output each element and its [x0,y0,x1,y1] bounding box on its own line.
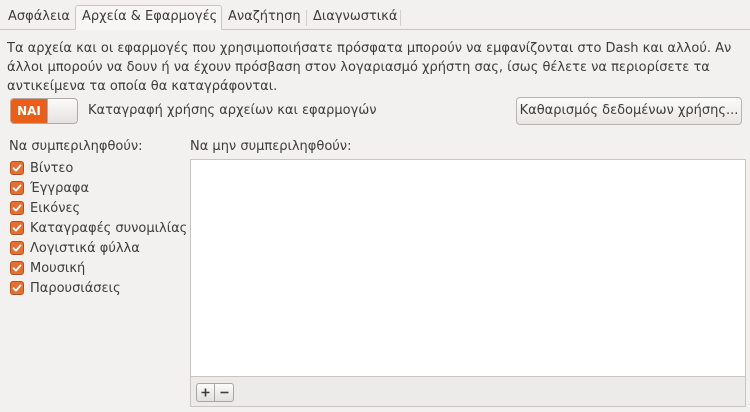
include-item[interactable]: Βίντεο [10,158,188,178]
include-item[interactable]: Έγγραφα [10,178,188,198]
clear-usage-data-button[interactable]: Καθαρισμός δεδομένων χρήσης... [516,97,742,125]
checkmark-icon [12,184,22,192]
toggle-on-label: ΝΑΙ [11,99,47,123]
checkbox[interactable] [10,241,24,255]
checkmark-icon [12,264,22,272]
include-item-label: Καταγραφές συνομιλίας [30,220,188,236]
checkbox[interactable] [10,281,24,295]
tab-search[interactable]: Αναζήτηση [222,6,307,30]
include-item-label: Έγγραφα [30,180,90,196]
exclude-list[interactable] [190,159,746,377]
plus-icon [201,388,210,397]
include-item-label: Βίντεο [30,160,74,176]
minus-icon [220,391,228,394]
tab-security[interactable]: Ασφάλεια [2,6,76,30]
include-item[interactable]: Παρουσιάσεις [10,278,188,298]
exclude-toolbar [190,377,746,407]
privacy-description: Τα αρχεία και οι εφαρμογές που χρησιμοπο… [7,41,732,94]
checkmark-icon [12,224,22,232]
checkmark-icon [12,284,22,292]
include-item[interactable]: Καταγραφές συνομιλίας [10,218,188,238]
checkbox[interactable] [10,201,24,215]
include-item-label: Εικόνες [30,200,81,216]
recording-label: Καταγραφή χρήσης αρχείων και εφαρμογών [88,103,377,118]
include-item[interactable]: Λογιστικά φύλλα [10,238,188,258]
checkmark-icon [12,244,22,252]
checkmark-icon [12,204,22,212]
tab-separator [400,10,401,26]
include-list: Βίντεο Έγγραφα Εικόνες Καταγραφές συνομιλία… [10,158,188,298]
checkbox[interactable] [10,221,24,235]
checkbox[interactable] [10,181,24,195]
tab-bar: Ασφάλεια Αρχεία & Εφαρμογές Αναζήτηση Δι… [0,0,750,30]
tab-diagnostics[interactable]: Διαγνωστικά [307,6,403,30]
tab-files-applications[interactable]: Αρχεία & Εφαρμογές [75,5,222,30]
include-item-label: Λογιστικά φύλλα [30,240,140,256]
recording-toggle-switch[interactable]: ΝΑΙ [10,98,78,124]
remove-exclusion-button[interactable] [215,383,234,402]
checkbox[interactable] [10,261,24,275]
checkbox[interactable] [10,161,24,175]
include-heading: Να συμπεριληφθούν: [9,139,143,154]
include-item[interactable]: Εικόνες [10,198,188,218]
include-item-label: Μουσική [30,260,86,276]
toggle-knob[interactable] [47,99,77,123]
checkmark-icon [12,164,22,172]
exclude-heading: Να μην συμπεριληφθούν: [190,139,352,154]
include-item-label: Παρουσιάσεις [30,280,121,296]
include-item[interactable]: Μουσική [10,258,188,278]
add-exclusion-button[interactable] [196,383,215,402]
